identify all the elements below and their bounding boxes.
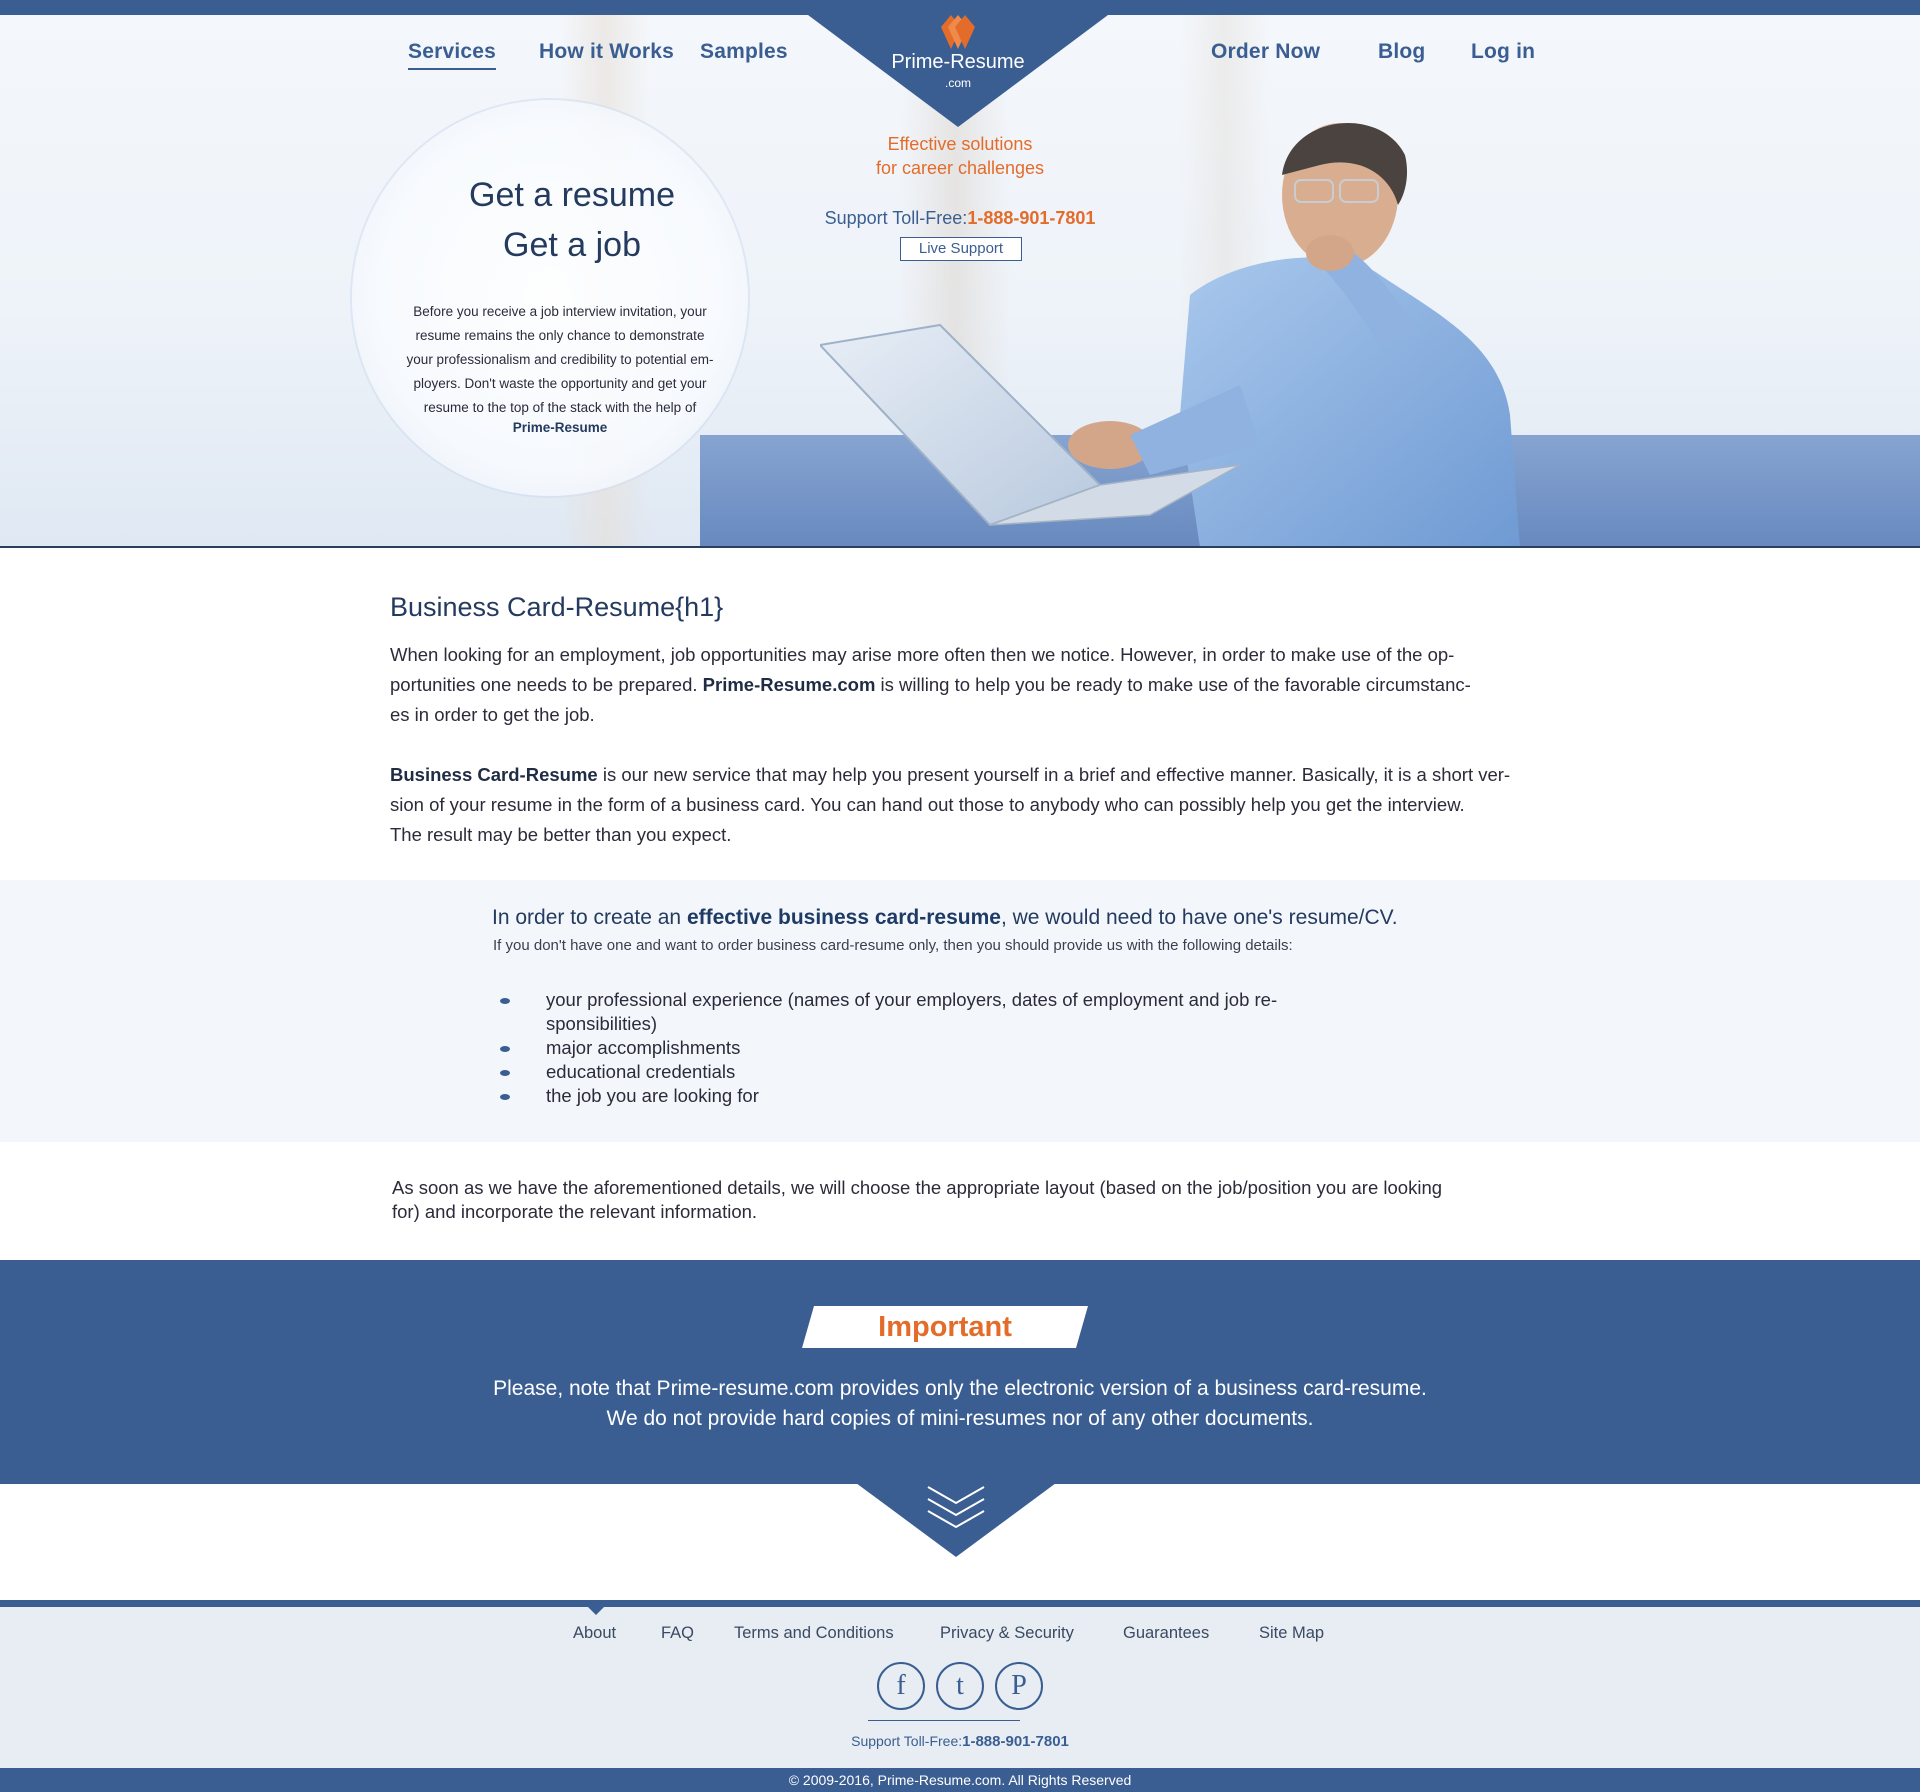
- requirements-heading: In order to create an effective business…: [492, 906, 1398, 930]
- important-notice: Please, note that Prime-resume.com provi…: [360, 1374, 1560, 1434]
- requirements-list: your professional experience (names of y…: [500, 988, 1360, 1108]
- notice-line: We do not provide hard copies of mini-re…: [606, 1407, 1314, 1430]
- paragraph-line: sion of your resume in the form of a bus…: [390, 794, 1465, 815]
- nav-blog[interactable]: Blog: [1378, 40, 1425, 64]
- bullet-icon: [500, 1070, 510, 1076]
- footer-link-terms[interactable]: Terms and Conditions: [734, 1624, 894, 1643]
- brand-mention: Prime-Resume.com: [702, 674, 876, 695]
- heading-text: In order to create an: [492, 906, 687, 929]
- paragraph-line: for) and incorporate the relevant inform…: [392, 1201, 758, 1222]
- nav-samples[interactable]: Samples: [700, 40, 788, 64]
- logo-suffix: .com: [944, 76, 971, 90]
- support-label: Support Toll-Free:: [824, 208, 968, 228]
- tagline-line: for career challenges: [875, 158, 1045, 178]
- hero-text-line: resume to the top of the stack with the …: [423, 400, 697, 415]
- notice-line: Please, note that Prime-resume.com provi…: [493, 1377, 1427, 1400]
- paragraph-text: is our new service that may help you pre…: [597, 764, 1511, 785]
- hero-support: Support Toll-Free:1-888-901-7801: [760, 208, 1160, 229]
- paragraph-line: es in order to get the job.: [390, 704, 595, 725]
- list-item: educational credentials: [500, 1060, 1360, 1084]
- hero-heading: Get a job: [503, 226, 641, 264]
- bullet-icon: [500, 1046, 510, 1052]
- hero-text-line: ployers. Don't waste the opportunity and…: [413, 376, 707, 391]
- support-phone[interactable]: 1-888-901-7801: [962, 1733, 1069, 1750]
- hero-circle: [352, 100, 748, 496]
- tumblr-icon[interactable]: t: [936, 1662, 984, 1710]
- logo-name: Prime-Resume: [891, 51, 1025, 73]
- footer-top-border: [0, 1600, 1920, 1607]
- heading-text: , we would need to have one's resume/CV.: [1000, 906, 1398, 929]
- support-phone[interactable]: 1-888-901-7801: [967, 208, 1095, 228]
- list-item-text: educational credentials: [546, 1061, 736, 1082]
- paragraph-line: portunities one needs to be prepared. Pr…: [390, 670, 1532, 700]
- hero-text-line: resume remains the only chance to demons…: [415, 328, 705, 343]
- paragraph-line: The result may be better than you expect…: [390, 824, 732, 845]
- bullet-icon: [500, 998, 510, 1004]
- nav-order-now[interactable]: Order Now: [1211, 40, 1320, 64]
- hero-divider: [0, 546, 1920, 548]
- list-item: major accomplishments: [500, 1036, 1360, 1060]
- footer-link-sitemap[interactable]: Site Map: [1259, 1624, 1324, 1643]
- important-label: Important: [878, 1311, 1012, 1343]
- service-name: Business Card-Resume: [390, 764, 598, 785]
- hero-text-line: your professionalism and credibility to …: [406, 352, 714, 367]
- copyright: © 2009-2016, Prime-Resume.com. All Right…: [0, 1768, 1920, 1792]
- list-item-text: the job you are looking for: [546, 1085, 759, 1106]
- nav-services[interactable]: Services: [408, 40, 497, 70]
- footer-link-about[interactable]: About: [573, 1624, 616, 1643]
- hero-brand: Prime-Resume: [512, 420, 608, 435]
- requirements-subtitle: If you don't have one and want to order …: [493, 937, 1293, 954]
- list-item: the job you are looking for: [500, 1084, 1360, 1108]
- list-item-text: major accomplishments: [546, 1037, 741, 1058]
- intro-paragraph: When looking for an employment, job oppo…: [390, 640, 1532, 730]
- list-item-text: your professional experience (names of y…: [546, 989, 1278, 1034]
- support-label: Support Toll-Free:: [851, 1733, 963, 1749]
- facebook-icon[interactable]: f: [877, 1662, 925, 1710]
- bullet-icon: [500, 1094, 510, 1100]
- footer-support: Support Toll-Free:1-888-901-7801: [760, 1733, 1160, 1750]
- hero-description: Before you receive a job interview invit…: [380, 300, 740, 420]
- list-item: your professional experience (names of y…: [500, 988, 1360, 1036]
- active-link-marker: [587, 1606, 605, 1615]
- service-paragraph: Business Card-Resume is our new service …: [390, 760, 1532, 850]
- hero-heading: Get a resume: [469, 176, 675, 214]
- page-title: Business Card-Resume{h1}: [390, 592, 724, 622]
- footer-link-privacy[interactable]: Privacy & Security: [940, 1624, 1074, 1643]
- nav-login[interactable]: Log in: [1471, 40, 1535, 64]
- paragraph-text: portunities one needs to be prepared.: [390, 674, 698, 695]
- heading-emphasis: effective business card-resume: [686, 906, 1001, 929]
- important-section: [0, 1260, 1920, 1484]
- scroll-down-arrow[interactable]: [856, 1483, 1056, 1557]
- paragraph-text: is willing to help you be ready to make …: [875, 674, 1471, 695]
- paragraph-line: As soon as we have the aforementioned de…: [392, 1177, 1443, 1198]
- process-paragraph: As soon as we have the aforementioned de…: [392, 1176, 1542, 1224]
- footer-link-faq[interactable]: FAQ: [661, 1624, 694, 1643]
- pinterest-icon[interactable]: P: [995, 1662, 1043, 1710]
- footer-divider: [868, 1720, 1020, 1721]
- tagline-line: Effective solutions: [887, 134, 1033, 154]
- live-support-button[interactable]: Live Support: [900, 237, 1022, 261]
- paragraph-line: Business Card-Resume is our new service …: [390, 760, 1532, 790]
- footer-link-guarantees[interactable]: Guarantees: [1123, 1624, 1209, 1643]
- hero-text-line: Before you receive a job interview invit…: [413, 304, 707, 319]
- nav-how-it-works[interactable]: How it Works: [539, 40, 674, 64]
- paragraph-line: When looking for an employment, job oppo…: [390, 644, 1455, 665]
- hero-tagline: Effective solutions for career challenge…: [810, 132, 1110, 180]
- top-strip: [0, 0, 1920, 15]
